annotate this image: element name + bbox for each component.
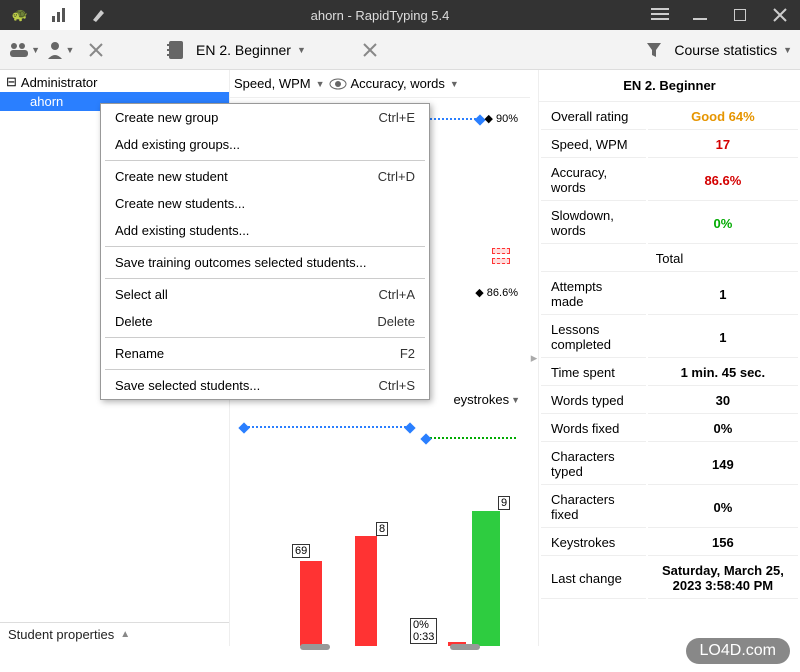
stats-row: Accuracy, words86.6% [541, 160, 798, 201]
maximize-button[interactable] [720, 0, 760, 30]
slider-handle[interactable] [450, 644, 480, 650]
student-properties-toggle[interactable]: Student properties ▲ [0, 622, 229, 646]
chart-header: Speed, WPM▼ Accuracy, words▼ [230, 70, 530, 98]
stats-row: Speed, WPM17 [541, 132, 798, 158]
menu-item[interactable]: Create new students... [101, 190, 429, 217]
menu-item[interactable]: RenameF2 [101, 340, 429, 367]
stats-row: Words fixed0% [541, 416, 798, 442]
menu-item[interactable]: Add existing students... [101, 217, 429, 244]
stats-row: Last changeSaturday, March 25, 2023 3:58… [541, 558, 798, 599]
minimize-button[interactable] [680, 0, 720, 30]
guide-label: ◆ 90% [484, 112, 518, 125]
legend-item [492, 258, 510, 264]
groups-button[interactable]: ▼ [8, 34, 40, 66]
menu-item[interactable]: Create new groupCtrl+E [101, 104, 429, 131]
stats-panel: EN 2. Beginner Overall ratingGood 64%Spe… [538, 70, 800, 646]
keystrokes-dropdown[interactable]: eystrokes [453, 392, 509, 407]
chevron-up-icon: ▲ [120, 629, 130, 640]
maximize-icon [734, 9, 746, 21]
menu-item[interactable]: Create new studentCtrl+D [101, 163, 429, 190]
stats-row: Overall ratingGood 64% [541, 104, 798, 130]
tree-root-label: Administrator [21, 75, 98, 90]
toolbar: ▼ ▼ EN 2. Beginner ▼ Course statistics ▼ [0, 30, 800, 70]
close-icon [363, 43, 377, 57]
stats-label[interactable]: Course statistics [674, 42, 777, 58]
stats-row: Keystrokes156 [541, 530, 798, 556]
chart-lower: eystrokes▼ 69 8 0%0:33 [240, 392, 520, 656]
menu-item[interactable]: DeleteDelete [101, 308, 429, 335]
stats-row: Words typed30 [541, 388, 798, 414]
collapse-icon[interactable]: ⊟ [6, 74, 17, 90]
stats-row: Time spent1 min. 45 sec. [541, 360, 798, 386]
watermark: LO4D.com [686, 638, 790, 664]
student-properties-label: Student properties [8, 627, 114, 642]
course-label[interactable]: EN 2. Beginner [196, 42, 291, 58]
tree-item-label: ahorn [30, 94, 63, 109]
legend-item [492, 248, 510, 254]
tab-editor[interactable] [80, 0, 120, 30]
notebook-icon [166, 40, 186, 60]
title-bar: 🐢 ahorn - RapidTyping 5.4 [0, 0, 800, 30]
highlighter-icon [91, 6, 109, 24]
funnel-icon [646, 42, 662, 58]
minimize-icon [693, 8, 707, 22]
course-button[interactable] [160, 34, 192, 66]
close-icon [773, 8, 787, 22]
menu-item[interactable]: Select allCtrl+A [101, 281, 429, 308]
tree-root[interactable]: ⊟ Administrator [0, 72, 229, 92]
clear-course-button[interactable] [354, 34, 386, 66]
close-button[interactable] [760, 0, 800, 30]
accuracy-dropdown[interactable]: Accuracy, words▼ [351, 76, 459, 91]
stats-row: Lessons completed1 [541, 317, 798, 358]
groups-icon [8, 41, 29, 59]
stats-table: Overall ratingGood 64%Speed, WPM17Accura… [539, 102, 800, 601]
context-menu: Create new groupCtrl+EAdd existing group… [100, 103, 430, 400]
axis-label: ◆ 86.6% [475, 286, 518, 299]
student-button[interactable]: ▼ [44, 34, 76, 66]
window-title: ahorn - RapidTyping 5.4 [120, 8, 640, 23]
slider-handle[interactable] [300, 644, 330, 650]
stats-title: EN 2. Beginner [539, 70, 800, 102]
filter-button[interactable] [638, 34, 670, 66]
eye-icon[interactable] [329, 78, 347, 90]
splitter[interactable]: ▸ [530, 70, 538, 646]
chart-icon [51, 6, 69, 24]
speed-dropdown[interactable]: Speed, WPM▼ [234, 76, 325, 91]
hamburger-icon [651, 8, 669, 22]
stats-row: Attempts made1 [541, 274, 798, 315]
clear-groups-button[interactable] [80, 34, 112, 66]
chevron-down-icon: ▼ [783, 45, 792, 55]
stats-row: Characters fixed0% [541, 487, 798, 528]
person-icon [46, 41, 64, 59]
menu-item[interactable]: Add existing groups... [101, 131, 429, 158]
menu-button[interactable] [640, 0, 680, 30]
app-icon[interactable]: 🐢 [0, 0, 40, 30]
menu-item[interactable]: Save selected students...Ctrl+S [101, 372, 429, 399]
stats-row: Slowdown, words0% [541, 203, 798, 244]
chevron-down-icon: ▼ [297, 45, 306, 55]
stats-row: Characters typed149 [541, 444, 798, 485]
tab-statistics[interactable] [40, 0, 80, 30]
menu-item[interactable]: Save training outcomes selected students… [101, 249, 429, 276]
close-icon [89, 43, 103, 57]
